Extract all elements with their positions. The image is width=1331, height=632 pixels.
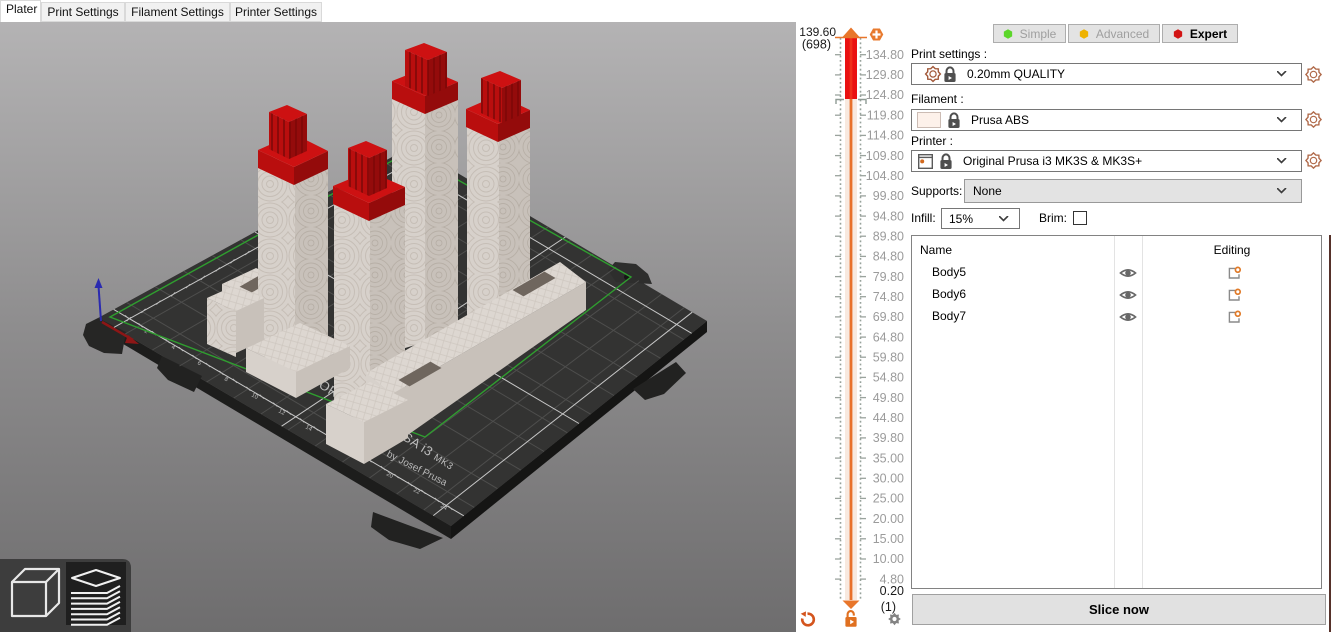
svg-text:64.80: 64.80 (873, 330, 904, 344)
svg-text:119.80: 119.80 (867, 108, 904, 122)
svg-text:129.80: 129.80 (866, 68, 904, 82)
svg-text:114.80: 114.80 (867, 129, 904, 143)
svg-text:0.20: 0.20 (880, 584, 904, 598)
svg-text:89.80: 89.80 (873, 229, 904, 243)
svg-text:79.80: 79.80 (873, 270, 904, 284)
svg-text:99.80: 99.80 (873, 189, 904, 203)
svg-text:10.00: 10.00 (873, 552, 904, 566)
svg-text:15.00: 15.00 (873, 532, 904, 546)
svg-text:54.80: 54.80 (873, 371, 904, 385)
svg-text:84.80: 84.80 (873, 250, 904, 264)
svg-text:109.80: 109.80 (866, 149, 904, 163)
svg-text:104.80: 104.80 (866, 169, 904, 183)
svg-text:20.00: 20.00 (873, 512, 904, 526)
svg-text:39.80: 39.80 (873, 431, 904, 445)
svg-text:(1): (1) (881, 600, 896, 614)
svg-text:49.80: 49.80 (873, 391, 904, 405)
svg-text:30.00: 30.00 (873, 472, 904, 486)
svg-text:134.80: 134.80 (866, 48, 904, 62)
svg-text:124.80: 124.80 (866, 88, 904, 102)
svg-text:35.00: 35.00 (873, 451, 904, 465)
svg-text:44.80: 44.80 (873, 411, 904, 425)
svg-text:(698): (698) (802, 38, 831, 52)
svg-text:74.80: 74.80 (873, 290, 904, 304)
svg-text:25.00: 25.00 (873, 492, 904, 506)
svg-text:69.80: 69.80 (873, 310, 904, 324)
svg-text:59.80: 59.80 (873, 350, 904, 364)
svg-text:94.80: 94.80 (873, 209, 904, 223)
